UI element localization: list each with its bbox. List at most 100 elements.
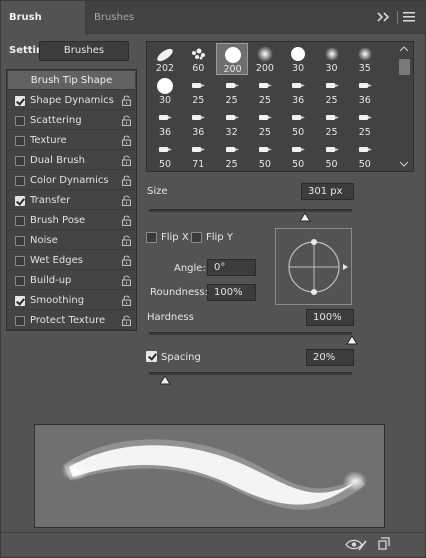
angle-roundness-dial[interactable] <box>276 229 353 306</box>
wet-edges-checkbox[interactable] <box>15 256 25 266</box>
new-brush-preset-icon[interactable] <box>378 537 390 550</box>
option-color-dynamics[interactable]: Color Dynamics <box>8 171 135 190</box>
brush-preset-tile[interactable]: 25 <box>349 107 381 139</box>
lock-icon[interactable] <box>121 95 132 107</box>
spacing-input[interactable]: 20% <box>306 349 354 366</box>
brush-preset-tile[interactable]: 200 <box>249 43 281 75</box>
lock-icon[interactable] <box>121 175 132 187</box>
scrollbar-thumb[interactable] <box>399 59 410 75</box>
hardness-label: Hardness <box>147 312 194 323</box>
size-input[interactable]: 301 px <box>301 183 354 200</box>
brush-preset-tile[interactable]: 32 <box>216 107 248 139</box>
option-dual-brush[interactable]: Dual Brush <box>8 151 135 170</box>
option-texture[interactable]: Texture <box>8 131 135 150</box>
hardness-input[interactable]: 100% <box>306 309 354 326</box>
flip-y-checkbox[interactable] <box>191 232 202 243</box>
transfer-checkbox[interactable] <box>15 196 25 206</box>
brush-preset-tile[interactable]: 35 <box>349 43 381 75</box>
eye-pencil-icon[interactable] <box>345 538 367 551</box>
brushes-button[interactable]: Brushes <box>39 41 129 61</box>
lock-icon[interactable] <box>121 215 132 227</box>
lock-icon[interactable] <box>121 135 132 147</box>
double-chevron-right-icon[interactable] <box>376 11 390 23</box>
lock-icon[interactable] <box>121 295 132 307</box>
option-brush-tip-shape[interactable]: Brush Tip Shape <box>8 71 135 90</box>
scroll-down-arrow-icon[interactable] <box>400 161 408 167</box>
brush-preset-tile[interactable]: 25 <box>249 75 281 107</box>
brush-preset-tile[interactable]: 50 <box>149 139 181 171</box>
lock-icon[interactable] <box>121 195 132 207</box>
brush-preset-tile[interactable]: 36 <box>149 107 181 139</box>
option-brush-pose[interactable]: Brush Pose <box>8 211 135 230</box>
lock-icon[interactable] <box>121 255 132 267</box>
brush-pose-checkbox[interactable] <box>15 216 25 226</box>
option-smoothing[interactable]: Smoothing <box>8 291 135 310</box>
lock-icon[interactable] <box>121 155 132 167</box>
scroll-up-arrow-icon[interactable] <box>400 46 408 52</box>
smoothing-checkbox[interactable] <box>15 296 25 306</box>
spacing-checkbox[interactable] <box>146 351 157 362</box>
size-slider-thumb[interactable] <box>299 212 312 222</box>
brush-preset-tile[interactable]: 25 <box>216 75 248 107</box>
tab-brushes[interactable]: Brushes <box>85 1 141 34</box>
angle-input[interactable]: 0° <box>207 259 256 276</box>
size-slider-track[interactable] <box>149 209 352 212</box>
brush-preset-tile[interactable]: 25 <box>316 107 348 139</box>
brush-grid-scrollbar[interactable] <box>398 43 411 170</box>
texture-checkbox[interactable] <box>15 136 25 146</box>
brush-tip-icon <box>325 83 339 88</box>
brush-tip-icon <box>358 115 372 120</box>
option-label: Noise <box>30 235 58 246</box>
brush-preset-tile[interactable]: 71 <box>182 139 214 171</box>
flip-x-checkbox[interactable] <box>146 232 157 243</box>
brush-preset-tile[interactable]: 50 <box>349 139 381 171</box>
brush-preset-tile[interactable]: 50 <box>316 139 348 171</box>
brush-preset-tile[interactable]: 50 <box>282 107 314 139</box>
brush-preset-tile[interactable]: 60 <box>182 43 214 75</box>
brush-preset-tile[interactable]: 50 <box>249 139 281 171</box>
brush-preset-tile[interactable]: 30 <box>149 75 181 107</box>
color-dynamics-checkbox[interactable] <box>15 176 25 186</box>
noise-checkbox[interactable] <box>15 236 25 246</box>
brush-angle-widget[interactable] <box>275 228 352 305</box>
option-transfer[interactable]: Transfer <box>8 191 135 210</box>
lock-icon[interactable] <box>121 275 132 287</box>
lock-icon[interactable] <box>121 235 132 247</box>
option-shape-dynamics[interactable]: Shape Dynamics <box>8 91 135 110</box>
brush-size-label: 25 <box>258 127 271 138</box>
protect-texture-checkbox[interactable] <box>15 316 25 326</box>
scattering-checkbox[interactable] <box>15 116 25 126</box>
roundness-input[interactable]: 100% <box>207 284 256 301</box>
option-noise[interactable]: Noise <box>8 231 135 250</box>
brush-preset-tile[interactable]: 25 <box>216 139 248 171</box>
tab-brush-settings[interactable]: Brush Settings <box>1 1 85 56</box>
option-protect-texture[interactable]: Protect Texture <box>8 311 135 330</box>
brush-preset-tile[interactable]: 36 <box>282 75 314 107</box>
option-scattering[interactable]: Scattering <box>8 111 135 130</box>
brush-preset-tile[interactable]: 36 <box>349 75 381 107</box>
brush-preset-tile[interactable]: 200 <box>215 43 248 75</box>
brush-size-label: 30 <box>325 63 338 74</box>
brush-preset-tile[interactable]: 25 <box>249 107 281 139</box>
spacing-slider-thumb[interactable] <box>159 375 172 385</box>
spacing-slider-track[interactable] <box>149 372 352 375</box>
shape-dynamics-checkbox[interactable] <box>15 96 25 106</box>
brush-preset-tile[interactable]: 25 <box>316 75 348 107</box>
hamburger-menu-icon[interactable] <box>403 12 415 22</box>
build-up-checkbox[interactable] <box>15 276 25 286</box>
brush-preset-tile[interactable]: 36 <box>182 107 214 139</box>
lock-icon[interactable] <box>121 115 132 127</box>
hardness-slider-thumb[interactable] <box>346 335 358 345</box>
dual-brush-checkbox[interactable] <box>15 156 25 166</box>
brush-preset-tile[interactable]: 25 <box>182 75 214 107</box>
brush-preset-tile[interactable]: 50 <box>282 139 314 171</box>
brush-size-label: 202 <box>155 63 175 74</box>
lock-icon[interactable] <box>121 315 132 327</box>
option-wet-edges[interactable]: Wet Edges <box>8 251 135 270</box>
brush-preset-tile[interactable]: 30 <box>282 43 314 75</box>
option-build-up[interactable]: Build-up <box>8 271 135 290</box>
brush-preset-tile[interactable]: 30 <box>316 43 348 75</box>
hardness-slider-track[interactable] <box>149 332 352 335</box>
brush-preset-tile[interactable]: 202 <box>149 43 181 75</box>
brush-size-label: 25 <box>225 95 238 106</box>
